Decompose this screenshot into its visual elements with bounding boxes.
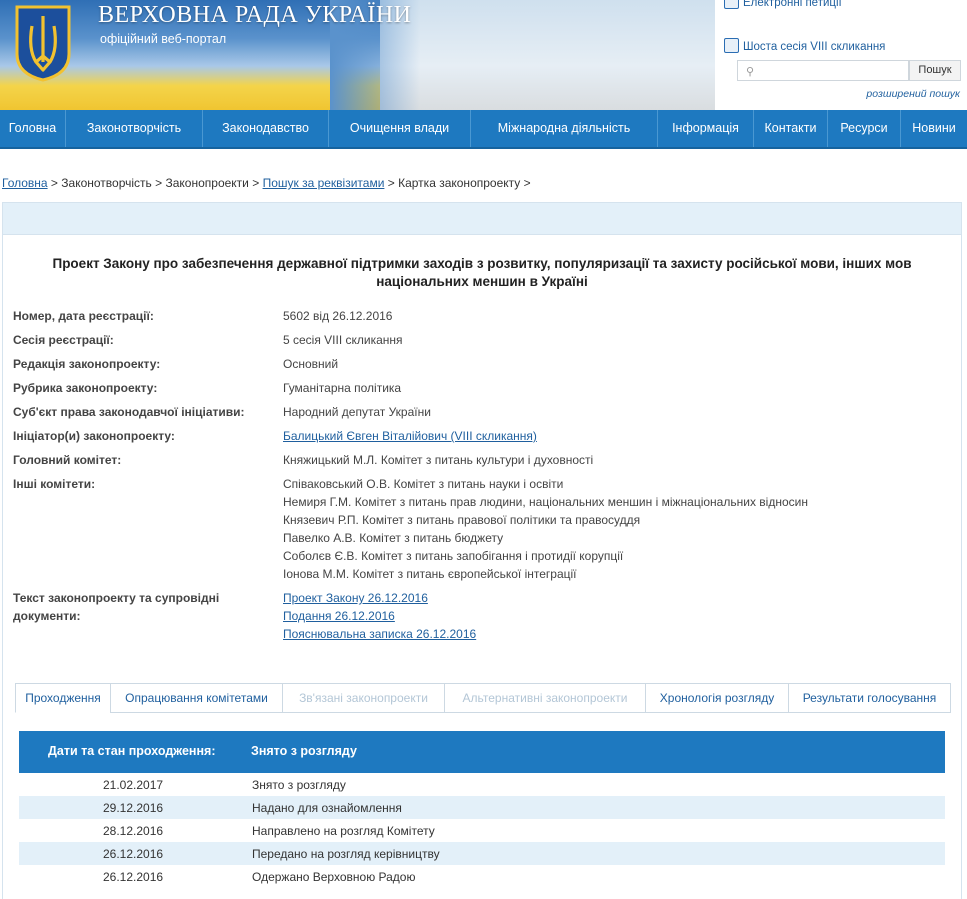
tab-voting-results[interactable]: Результати голосування [788, 683, 951, 713]
breadcrumb-home[interactable]: Головна [2, 176, 48, 190]
row-date: 28.12.2016 [103, 824, 164, 838]
breadcrumb: Головна > Законотворчість > Законопроект… [2, 176, 531, 190]
header-tools: Електронні петиції Шоста сесія VIII скли… [715, 0, 967, 110]
table-row: 26.12.2016 Передано на розгляд керівницт… [19, 842, 945, 865]
table-row: 28.12.2016 Направлено на розгляд Комітет… [19, 819, 945, 842]
nav-item-news[interactable]: Новини [901, 110, 967, 147]
breadcrumb-sep: > [47, 176, 62, 190]
petitions-link[interactable]: Електронні петиції [724, 0, 842, 9]
row-status: Передано на розгляд керівництву [252, 847, 440, 861]
tab-committee-processing[interactable]: Опрацювання комітетами [110, 683, 282, 713]
nav-item-lustration[interactable]: Очищення влади [329, 110, 471, 147]
field-value: Народний депутат України [283, 405, 431, 419]
breadcrumb-sep: > [384, 176, 399, 190]
coat-of-arms-logo[interactable] [14, 4, 72, 82]
document-row: Проект Закону 26.12.2016 [283, 589, 953, 607]
field-label: Редакція законопроекту: [13, 357, 161, 371]
search-icon: ⚲ [746, 66, 755, 78]
table-row: 29.12.2016 Надано для ознайомлення [19, 796, 945, 819]
main-nav: Головна Законотворчість Законодавство Оч… [0, 110, 967, 149]
nav-item-home[interactable]: Головна [0, 110, 66, 147]
card-header-bar [3, 203, 961, 235]
field-label: Номер, дата реєстрації: [13, 309, 154, 323]
row-status: Одержано Верховною Радою [252, 870, 416, 884]
row-date: 26.12.2016 [103, 847, 164, 861]
document-link[interactable]: Проект Закону 26.12.2016 [283, 591, 428, 605]
field-value: 5602 від 26.12.2016 [283, 309, 393, 323]
row-date: 26.12.2016 [103, 870, 164, 884]
tab-chronology[interactable]: Хронологія розгляду [645, 683, 788, 713]
tab-related-bills: Зв'язані законопроекти [282, 683, 444, 713]
committee-item: Співаковський О.В. Комітет з питань наук… [283, 477, 564, 491]
field-value: 5 сесія VIII скликання [283, 333, 403, 347]
field-value: Княжицький М.Л. Комітет з питань культур… [283, 453, 594, 467]
committee-item: Соболєв Є.В. Комітет з питань запобіганн… [283, 549, 624, 563]
field-label: Головний комітет: [13, 453, 122, 467]
document-row: Подання 26.12.2016 [283, 607, 953, 625]
breadcrumb-search[interactable]: Пошук за реквізитами [263, 176, 385, 190]
row-date: 21.02.2017 [103, 778, 164, 792]
site-header: ВЕРХОВНА РАДА УКРАЇНИ офіційний веб-порт… [0, 0, 967, 110]
row-date: 29.12.2016 [103, 801, 164, 815]
field-label: Текст законопроекту та супровідні докуме… [13, 591, 220, 623]
advanced-search-link[interactable]: розширений пошук [866, 88, 960, 100]
initiator-link[interactable]: Балицький Євген Віталійович (VIII склика… [283, 429, 537, 443]
field-value: Основний [283, 357, 339, 371]
breadcrumb-sep: > [248, 176, 263, 190]
field-value: Гуманітарна політика [283, 381, 402, 395]
site-title[interactable]: ВЕРХОВНА РАДА УКРАЇНИ [98, 2, 412, 29]
bill-card: Проект Закону про забезпечення державної… [2, 202, 962, 899]
committee-list: Співаковський О.В. Комітет з питань наук… [283, 475, 953, 583]
passage-header-status: Знято з розгляду [251, 744, 357, 758]
breadcrumb-lawmaking: Законотворчість [61, 176, 152, 190]
search-button[interactable]: Пошук [909, 60, 961, 81]
session-label: Шоста сесія VIII скликання [743, 41, 886, 53]
field-label: Інші комітети: [13, 477, 96, 491]
table-row: 21.02.2017 Знято з розгляду [19, 773, 945, 796]
petitions-label: Електронні петиції [743, 0, 842, 9]
nav-item-legislation[interactable]: Законодавство [203, 110, 329, 147]
field-label: Рубрика законопроекту: [13, 381, 158, 395]
row-status: Надано для ознайомлення [252, 801, 402, 815]
breadcrumb-card: Картка законопроекту [398, 176, 521, 190]
petition-icon [724, 0, 739, 9]
document-link[interactable]: Пояснювальна записка 26.12.2016 [283, 627, 476, 641]
session-link[interactable]: Шоста сесія VIII скликання [724, 38, 885, 53]
document-link[interactable]: Подання 26.12.2016 [283, 609, 395, 623]
nav-item-resources[interactable]: Ресурси [828, 110, 901, 147]
field-label: Ініціатор(и) законопроекту: [13, 429, 175, 443]
parliament-photo [380, 0, 715, 110]
search-box: ⚲ [737, 60, 909, 81]
breadcrumb-sep: > [520, 176, 531, 190]
passage-table-header: Дати та стан проходження: Знято з розгля… [19, 731, 945, 773]
document-list: Проект Закону 26.12.2016 Подання 26.12.2… [283, 589, 953, 643]
row-status: Знято з розгляду [252, 778, 346, 792]
nav-item-information[interactable]: Інформація [658, 110, 754, 147]
committee-item: Іонова М.М. Комітет з питань європейсько… [283, 567, 577, 581]
field-value: Балицький Євген Віталійович (VIII склика… [283, 427, 953, 445]
tab-alternative-bills: Альтернативні законопроекти [444, 683, 645, 713]
search-input[interactable] [762, 62, 906, 79]
bill-tabs: Проходження Опрацювання комітетами Зв'яз… [15, 683, 951, 713]
document-row: Пояснювальна записка 26.12.2016 [283, 625, 953, 643]
committee-item: Павелко А.В. Комітет з питань бюджету [283, 531, 504, 545]
bill-title: Проект Закону про забезпечення державної… [52, 256, 912, 289]
nav-item-contacts[interactable]: Контакти [754, 110, 828, 147]
passage-header-label: Дати та стан проходження: [48, 744, 216, 758]
table-row: 26.12.2016 Одержано Верховною Радою [19, 865, 945, 888]
field-label: Сесія реєстрації: [13, 333, 114, 347]
nav-item-international[interactable]: Міжнародна діяльність [471, 110, 658, 147]
breadcrumb-sep: > [151, 176, 166, 190]
site-subtitle: офіційний веб-портал [100, 32, 227, 46]
committee-item: Князевич Р.П. Комітет з питань правової … [283, 513, 641, 527]
nav-item-lawmaking[interactable]: Законотворчість [66, 110, 203, 147]
passage-table: Дати та стан проходження: Знято з розгля… [19, 731, 945, 888]
field-label: Суб'єкт права законодавчої ініціативи: [13, 405, 245, 419]
row-status: Направлено на розгляд Комітету [252, 824, 435, 838]
tab-passage[interactable]: Проходження [15, 683, 110, 713]
calendar-icon [724, 38, 739, 53]
committee-item: Немиря Г.М. Комітет з питань прав людини… [283, 495, 808, 509]
breadcrumb-bills: Законопроекти [165, 176, 249, 190]
header-banner: ВЕРХОВНА РАДА УКРАЇНИ офіційний веб-порт… [0, 0, 715, 110]
